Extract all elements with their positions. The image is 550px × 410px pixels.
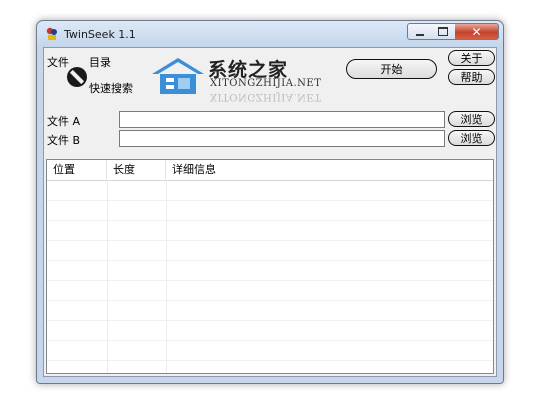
watermark: 系统之家 XITONGZHIJIA.NET XITONGZHIJIA.NET — [148, 50, 338, 112]
about-button[interactable]: 关于 — [448, 50, 495, 66]
window-title: TwinSeek 1.1 — [64, 28, 136, 41]
grid-line — [166, 180, 167, 373]
close-icon: ✕ — [471, 24, 482, 39]
mode-dir-label[interactable]: 目录 — [89, 54, 111, 70]
column-header-length[interactable]: 长度 — [107, 160, 166, 180]
column-header-details[interactable]: 详细信息 — [166, 160, 493, 180]
grid-line — [47, 260, 493, 261]
grid-line — [47, 300, 493, 301]
maximize-icon — [438, 27, 448, 36]
watermark-house-icon — [152, 58, 204, 94]
watermark-reflection: XITONGZHIJIA.NET — [210, 91, 322, 102]
results-list[interactable]: 位置 长度 详细信息 — [46, 159, 494, 374]
grid-line — [47, 280, 493, 281]
grid-line — [47, 360, 493, 361]
column-header-position[interactable]: 位置 — [47, 160, 107, 180]
grid-line — [47, 220, 493, 221]
app-logo-icon — [46, 27, 57, 40]
grid-line — [47, 240, 493, 241]
watermark-subtitle: XITONGZHIJIA.NET — [210, 78, 322, 89]
file-b-input[interactable] — [119, 130, 445, 147]
knob-indicator — [69, 69, 85, 85]
mode-file-label[interactable]: 文件 — [47, 54, 69, 70]
title-bar[interactable]: TwinSeek 1.1 ✕ — [37, 21, 503, 47]
grid-line — [47, 320, 493, 321]
close-button[interactable]: ✕ — [455, 23, 499, 40]
grid-line — [107, 180, 108, 373]
file-b-label: 文件 B — [47, 134, 81, 147]
minimize-button[interactable] — [407, 23, 432, 40]
maximize-button[interactable] — [431, 23, 456, 40]
results-header: 位置 长度 详细信息 — [47, 160, 493, 181]
mode-switch-knob[interactable] — [67, 67, 87, 87]
grid-line — [47, 340, 493, 341]
file-a-input[interactable] — [119, 111, 445, 128]
minimize-icon — [415, 33, 424, 36]
browse-a-button[interactable]: 浏览 — [448, 111, 495, 127]
quick-search-label[interactable]: 快速搜索 — [89, 80, 133, 96]
help-button[interactable]: 帮助 — [448, 69, 495, 85]
app-window: TwinSeek 1.1 ✕ 文件 目录 快速搜索 系统之家 XITONGZHI… — [36, 20, 504, 384]
grid-line — [47, 200, 493, 201]
browse-b-button[interactable]: 浏览 — [448, 130, 495, 146]
start-button[interactable]: 开始 — [346, 59, 437, 79]
client-area: 文件 目录 快速搜索 系统之家 XITONGZHIJIA.NET XITONGZ… — [43, 47, 497, 377]
file-a-label: 文件 A — [47, 115, 81, 128]
